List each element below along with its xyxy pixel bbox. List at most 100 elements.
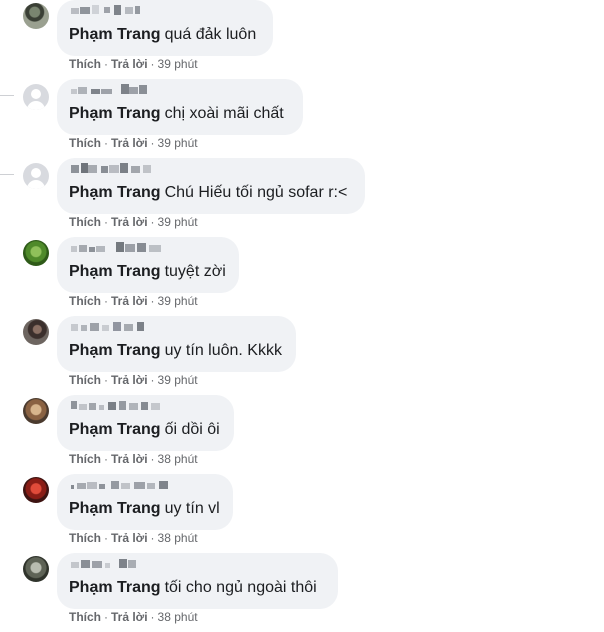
- like-button[interactable]: Thích: [69, 531, 101, 545]
- comment-text-line: Phạm Trang tối cho ngủ ngoài thôi: [69, 578, 317, 598]
- like-button[interactable]: Thích: [69, 610, 101, 624]
- comment-text-line: Phạm Trang quá đảk luôn: [69, 25, 256, 45]
- mentioned-user-tag[interactable]: Phạm Trang: [69, 579, 161, 596]
- comment-item: Phạm Trang tuyệt zời Thích · Trả lời · 39 phú…: [0, 237, 604, 316]
- comment-text: tuyệt zời: [164, 263, 226, 280]
- mentioned-user-tag[interactable]: Phạm Trang: [69, 342, 161, 359]
- separator: ·: [150, 57, 155, 71]
- timestamp[interactable]: 39 phút: [158, 373, 198, 387]
- comment-text-line: Phạm Trang Chú Hiếu tối ngủ sofar r:<: [69, 183, 347, 203]
- avatar-photo-icon[interactable]: [23, 556, 49, 582]
- mentioned-user-tag[interactable]: Phạm Trang: [69, 26, 161, 43]
- comment-actions: Thích · Trả lời · 38 phút: [69, 610, 198, 624]
- comment-text-line: Phạm Trang uy tín vl: [69, 499, 220, 519]
- avatar-photo-icon[interactable]: [23, 477, 49, 503]
- like-button[interactable]: Thích: [69, 373, 101, 387]
- reply-button[interactable]: Trả lời: [111, 294, 148, 308]
- comment-text-line: Phạm Trang tuyệt zời: [69, 262, 226, 282]
- separator: ·: [150, 531, 155, 545]
- comment-text: Chú Hiếu tối ngủ sofar r:<: [164, 184, 348, 201]
- separator: ·: [104, 136, 108, 150]
- comment-text: uy tín vl: [164, 500, 220, 517]
- separator: ·: [104, 215, 108, 229]
- reply-button[interactable]: Trả lời: [111, 452, 148, 466]
- avatar-photo-icon[interactable]: [23, 398, 49, 424]
- comment-actions: Thích · Trả lời · 38 phút: [69, 531, 198, 545]
- like-button[interactable]: Thích: [69, 294, 101, 308]
- comment-item: Phạm Trang ối dồi ôi Thích · Trả lời · 38 phú…: [0, 395, 604, 474]
- comment-actions: Thích · Trả lời · 38 phút: [69, 452, 198, 466]
- comment-bubble: Phạm Trang Chú Hiếu tối ngủ sofar r:<: [57, 158, 365, 214]
- mentioned-user-tag[interactable]: Phạm Trang: [69, 184, 161, 201]
- avatar-photo-icon[interactable]: [23, 3, 49, 29]
- like-button[interactable]: Thích: [69, 452, 101, 466]
- comment-text: ối dồi ôi: [164, 421, 220, 438]
- default-avatar-icon[interactable]: [23, 163, 49, 189]
- timestamp[interactable]: 39 phút: [158, 136, 198, 150]
- comment-actions: Thích · Trả lời · 39 phút: [69, 57, 198, 71]
- avatar-photo-icon[interactable]: [23, 319, 49, 345]
- mentioned-user-tag[interactable]: Phạm Trang: [69, 105, 161, 122]
- comment-actions: Thích · Trả lời · 39 phút: [69, 215, 198, 229]
- reply-button[interactable]: Trả lời: [111, 531, 148, 545]
- separator: ·: [150, 452, 155, 466]
- reply-button[interactable]: Trả lời: [111, 136, 148, 150]
- comment-text: uy tín luôn. Kkkk: [164, 342, 282, 359]
- reply-button[interactable]: Trả lời: [111, 57, 148, 71]
- separator: ·: [150, 294, 155, 308]
- reply-button[interactable]: Trả lời: [111, 373, 148, 387]
- mentioned-user-tag[interactable]: Phạm Trang: [69, 263, 161, 280]
- author-name[interactable]: [71, 400, 161, 414]
- mentioned-user-tag[interactable]: Phạm Trang: [69, 500, 161, 517]
- separator: ·: [150, 136, 155, 150]
- avatar-photo-icon[interactable]: [23, 240, 49, 266]
- author-name[interactable]: [71, 321, 153, 335]
- author-name[interactable]: [71, 479, 179, 493]
- comment-text-line: Phạm Trang ối dồi ôi: [69, 420, 220, 440]
- comment-item: Phạm Trang tối cho ngủ ngoài thôi Thích · T…: [0, 553, 604, 632]
- timestamp[interactable]: 39 phút: [158, 215, 198, 229]
- like-button[interactable]: Thích: [69, 57, 101, 71]
- separator: ·: [150, 215, 155, 229]
- timestamp[interactable]: 38 phút: [158, 452, 198, 466]
- comment-bubble: Phạm Trang tối cho ngủ ngoài thôi: [57, 553, 338, 609]
- separator: ·: [150, 610, 155, 624]
- comment-text: chị xoài mãi chất: [164, 105, 284, 122]
- mentioned-user-tag[interactable]: Phạm Trang: [69, 421, 161, 438]
- comment-text: tối cho ngủ ngoài thôi: [164, 579, 317, 596]
- comment-item: Phạm Trang uy tín vl Thích · Trả lời · 38 phú…: [0, 474, 604, 553]
- separator: ·: [104, 531, 108, 545]
- default-avatar-icon[interactable]: [23, 84, 49, 110]
- separator: ·: [104, 57, 108, 71]
- comment-bubble: Phạm Trang quá đảk luôn: [57, 0, 273, 56]
- comment-bubble: Phạm Trang uy tín vl: [57, 474, 233, 530]
- separator: ·: [150, 373, 155, 387]
- author-name[interactable]: [71, 242, 163, 256]
- comment-item: Phạm Trang Chú Hiếu tối ngủ sofar r:< Thí…: [0, 158, 604, 237]
- timestamp[interactable]: 39 phút: [158, 294, 198, 308]
- author-name[interactable]: [71, 5, 141, 19]
- reply-button[interactable]: Trả lời: [111, 610, 148, 624]
- comment-bubble: Phạm Trang chị xoài mãi chất: [57, 79, 303, 135]
- like-button[interactable]: Thích: [69, 136, 101, 150]
- comment-text-line: Phạm Trang chị xoài mãi chất: [69, 104, 284, 124]
- like-button[interactable]: Thích: [69, 215, 101, 229]
- author-name[interactable]: [71, 558, 143, 572]
- reply-button[interactable]: Trả lời: [111, 215, 148, 229]
- timestamp[interactable]: 39 phút: [158, 57, 198, 71]
- separator: ·: [104, 610, 108, 624]
- comment-text-line: Phạm Trang uy tín luôn. Kkkk: [69, 341, 282, 361]
- timestamp[interactable]: 38 phút: [158, 610, 198, 624]
- comment-item: Phạm Trang uy tín luôn. Kkkk Thích · Trả lờ…: [0, 316, 604, 395]
- author-name[interactable]: [71, 163, 157, 177]
- comment-text: quá đảk luôn: [164, 26, 257, 43]
- separator: ·: [104, 294, 108, 308]
- comment-actions: Thích · Trả lời · 39 phút: [69, 136, 198, 150]
- comment-bubble: Phạm Trang tuyệt zời: [57, 237, 239, 293]
- comment-bubble: Phạm Trang ối dồi ôi: [57, 395, 234, 451]
- timestamp[interactable]: 38 phút: [158, 531, 198, 545]
- comment-item: Phạm Trang quá đảk luôn Thích · Trả lời · 39 …: [0, 0, 604, 79]
- separator: ·: [104, 452, 108, 466]
- comment-item: Phạm Trang chị xoài mãi chất Thích · Trả lờ…: [0, 79, 604, 158]
- author-name[interactable]: [71, 84, 157, 98]
